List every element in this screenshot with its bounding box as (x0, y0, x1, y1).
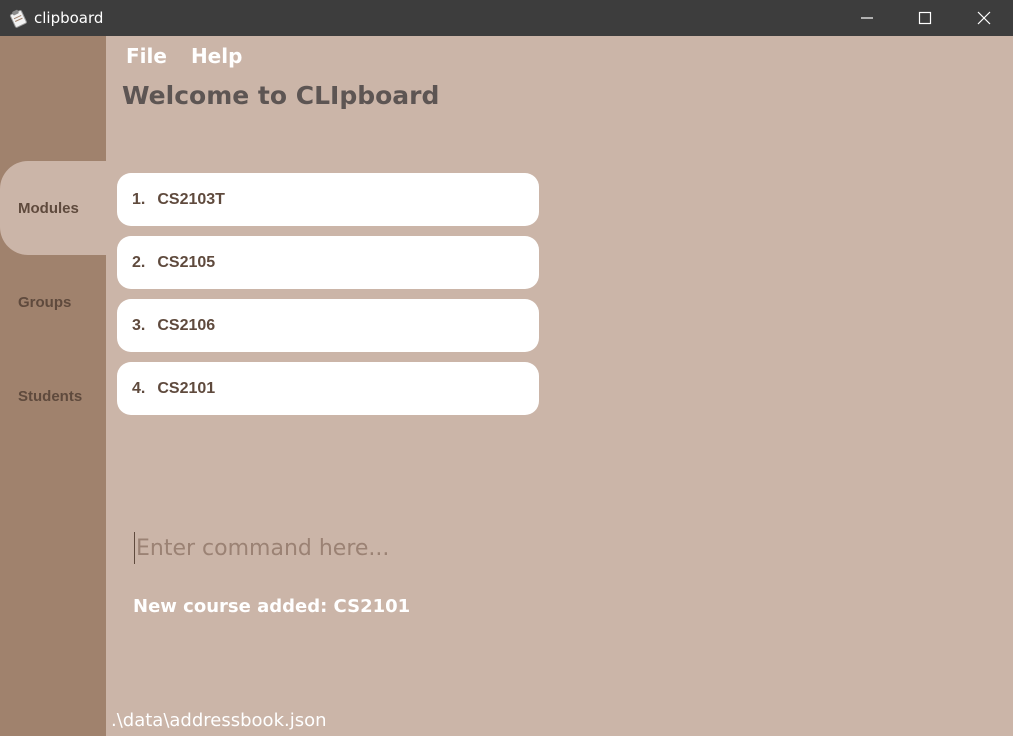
sidebar-item-label: Groups (18, 293, 72, 311)
sidebar: Modules Groups Students (0, 36, 106, 736)
minimize-icon (861, 17, 873, 19)
status-bar-path: .\data\addressbook.json (111, 710, 327, 731)
maximize-icon (918, 11, 932, 25)
sidebar-item-label: Modules (18, 199, 79, 217)
list-item-index: 4. (132, 379, 146, 397)
list-item-code: CS2105 (157, 253, 216, 271)
page-title: Welcome to CLIpboard (122, 81, 440, 110)
menu-bar: File Help (126, 44, 242, 68)
list-item[interactable]: 3. CS2106 (117, 299, 539, 352)
list-item[interactable]: 4. CS2101 (117, 362, 539, 415)
sidebar-item-students[interactable]: Students (0, 349, 106, 443)
menu-file[interactable]: File (126, 44, 167, 68)
list-item-index: 1. (132, 190, 146, 208)
result-message: New course added: CS2101 (133, 596, 411, 617)
list-item-index: 3. (132, 316, 146, 334)
sidebar-item-modules[interactable]: Modules (0, 161, 106, 255)
list-item[interactable]: 1. CS2103T (117, 173, 539, 226)
command-box (134, 532, 734, 564)
sidebar-item-groups[interactable]: Groups (0, 255, 106, 349)
list-item-code: CS2101 (157, 379, 216, 397)
command-input[interactable] (136, 535, 696, 561)
list-item-code: CS2106 (157, 316, 216, 334)
text-caret (134, 532, 135, 564)
module-list: 1. CS2103T 2. CS2105 3. CS2106 4. CS2101 (117, 173, 539, 425)
clipboard-app-icon (8, 8, 28, 28)
close-button[interactable] (955, 0, 1013, 36)
sidebar-item-label: Students (18, 387, 83, 405)
menu-help[interactable]: Help (191, 44, 242, 68)
maximize-button[interactable] (896, 0, 954, 36)
list-item-code: CS2103T (157, 190, 225, 208)
list-item-index: 2. (132, 253, 146, 271)
close-icon (977, 11, 991, 25)
title-bar: clipboard (0, 0, 1013, 36)
list-item[interactable]: 2. CS2105 (117, 236, 539, 289)
minimize-button[interactable] (838, 0, 896, 36)
window-title: clipboard (34, 9, 104, 27)
main-panel: File Help Welcome to CLIpboard 1. CS2103… (106, 36, 1013, 736)
